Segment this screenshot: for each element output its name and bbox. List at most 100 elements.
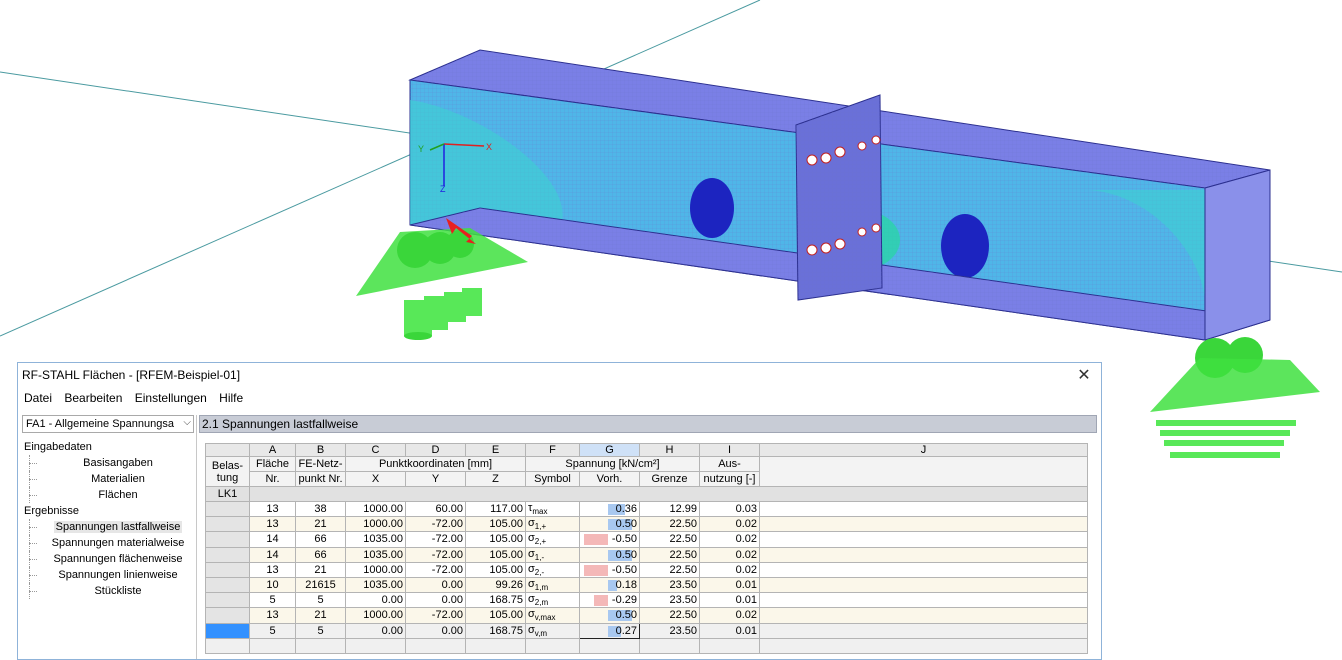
table-row[interactable]: 550.000.00168.75σv,m0.2723.500.01 [206,623,1088,638]
cell-symbol[interactable]: τmax [526,502,580,517]
cell-ausnutzung[interactable]: 0.01 [700,577,760,592]
cell-fe-punkt[interactable]: 21 [296,517,346,532]
cell-j[interactable] [760,502,1088,517]
close-icon[interactable]: ✕ [1071,364,1097,388]
tree-item-spannungen-flaechenweise[interactable]: Spannungen flächenweise [20,551,196,567]
cell-flaeche[interactable]: 13 [250,517,296,532]
row-header[interactable] [206,532,250,547]
cell-vorh[interactable]: 0.27 [580,623,640,638]
cell-grenze[interactable]: 22.50 [640,608,700,623]
col-letter-c[interactable]: C [346,444,406,457]
cell-symbol[interactable]: σv,max [526,608,580,623]
cell-fe-punkt[interactable]: 5 [296,623,346,638]
table-row[interactable]: 13211000.00-72.00105.00σ2,--0.5022.500.0… [206,562,1088,577]
row-header[interactable] [206,562,250,577]
cell-fe-punkt[interactable]: 66 [296,547,346,562]
cell-symbol[interactable]: σv,m [526,623,580,638]
col-letter-b[interactable]: B [296,444,346,457]
chevron-down-icon[interactable]: ⌵ [183,417,191,428]
cell-grenze[interactable]: 23.50 [640,593,700,608]
cell-vorh[interactable]: 0.50 [580,608,640,623]
cell-vorh[interactable]: 0.50 [580,517,640,532]
cell-y[interactable]: 0.00 [406,623,466,638]
tree-item-materialien[interactable]: Materialien [20,471,196,487]
cell-symbol[interactable]: σ1,- [526,547,580,562]
row-header[interactable] [206,502,250,517]
design-case-select[interactable]: FA1 - Allgemeine Spannungsanalyse ⌵ [22,415,194,433]
tree-item-spannungen-linienweise[interactable]: Spannungen linienweise [20,567,196,583]
cell-fe-punkt[interactable]: 66 [296,532,346,547]
tree-item-spannungen-materialweise[interactable]: Spannungen materialweise [20,535,196,551]
cell-y[interactable]: -72.00 [406,517,466,532]
cell-z[interactable]: 99.26 [466,577,526,592]
menu-einstellungen[interactable]: Einstellungen [132,389,210,407]
cell-j[interactable] [760,608,1088,623]
cell-j[interactable] [760,517,1088,532]
cell-grenze[interactable]: 23.50 [640,577,700,592]
table-row[interactable]: 14661035.00-72.00105.00σ1,-0.5022.500.02 [206,547,1088,562]
cell-vorh[interactable]: -0.50 [580,532,640,547]
cell-z[interactable]: 105.00 [466,517,526,532]
cell-grenze[interactable]: 12.99 [640,502,700,517]
cell-ausnutzung[interactable]: 0.02 [700,547,760,562]
cell-vorh[interactable]: 0.18 [580,577,640,592]
row-header[interactable] [206,547,250,562]
tree-item-flaechen[interactable]: Flächen [20,487,196,503]
row-header[interactable] [206,577,250,592]
cell-x[interactable]: 1000.00 [346,562,406,577]
cell-j[interactable] [760,562,1088,577]
cell-flaeche[interactable]: 13 [250,608,296,623]
tree-item-stueckliste[interactable]: Stückliste [20,583,196,599]
cell-vorh[interactable]: -0.50 [580,562,640,577]
row-header[interactable] [206,517,250,532]
table-row[interactable]: 13211000.00-72.00105.00σv,max0.5022.500.… [206,608,1088,623]
cell-z[interactable]: 105.00 [466,547,526,562]
cell-symbol[interactable]: σ2,m [526,593,580,608]
cell-flaeche[interactable]: 5 [250,593,296,608]
cell-j[interactable] [760,623,1088,638]
cell-ausnutzung[interactable]: 0.01 [700,623,760,638]
cell-z[interactable]: 105.00 [466,608,526,623]
col-letter-e[interactable]: E [466,444,526,457]
cell-flaeche[interactable]: 14 [250,532,296,547]
cell-x[interactable]: 1000.00 [346,502,406,517]
tree-item-basisangaben[interactable]: Basisangaben [20,455,196,471]
cell-fe-punkt[interactable]: 21 [296,608,346,623]
cell-y[interactable]: -72.00 [406,562,466,577]
cell-fe-punkt[interactable]: 5 [296,593,346,608]
cell-fe-punkt[interactable]: 21 [296,562,346,577]
cell-vorh[interactable]: 0.50 [580,547,640,562]
table-row[interactable]: 550.000.00168.75σ2,m-0.2923.500.01 [206,593,1088,608]
cell-j[interactable] [760,593,1088,608]
cell-fe-punkt[interactable]: 38 [296,502,346,517]
cell-x[interactable]: 1000.00 [346,608,406,623]
cell-x[interactable]: 1035.00 [346,547,406,562]
load-case-label[interactable]: LK1 [206,487,250,502]
table-row[interactable]: 14661035.00-72.00105.00σ2,+-0.5022.500.0… [206,532,1088,547]
col-letter-a[interactable]: A [250,444,296,457]
results-table[interactable]: A B C D E F G H I J Belas-tung Fläche [205,443,1097,654]
col-letter-h[interactable]: H [640,444,700,457]
cell-z[interactable]: 105.00 [466,562,526,577]
cell-x[interactable]: 0.00 [346,623,406,638]
cell-vorh[interactable]: 0.36 [580,502,640,517]
col-letter-d[interactable]: D [406,444,466,457]
cell-symbol[interactable]: σ2,+ [526,532,580,547]
cell-y[interactable]: 0.00 [406,593,466,608]
cell-ausnutzung[interactable]: 0.01 [700,593,760,608]
cell-grenze[interactable]: 22.50 [640,547,700,562]
cell-x[interactable]: 0.00 [346,593,406,608]
cell-x[interactable]: 1000.00 [346,517,406,532]
cell-y[interactable]: -72.00 [406,608,466,623]
cell-flaeche[interactable]: 13 [250,562,296,577]
cell-ausnutzung[interactable]: 0.02 [700,608,760,623]
cell-ausnutzung[interactable]: 0.03 [700,502,760,517]
row-header[interactable] [206,593,250,608]
cell-z[interactable]: 168.75 [466,623,526,638]
row-header[interactable] [206,608,250,623]
cell-flaeche[interactable]: 13 [250,502,296,517]
cell-grenze[interactable]: 23.50 [640,623,700,638]
cell-z[interactable]: 117.00 [466,502,526,517]
cell-y[interactable]: 60.00 [406,502,466,517]
cell-vorh[interactable]: -0.29 [580,593,640,608]
